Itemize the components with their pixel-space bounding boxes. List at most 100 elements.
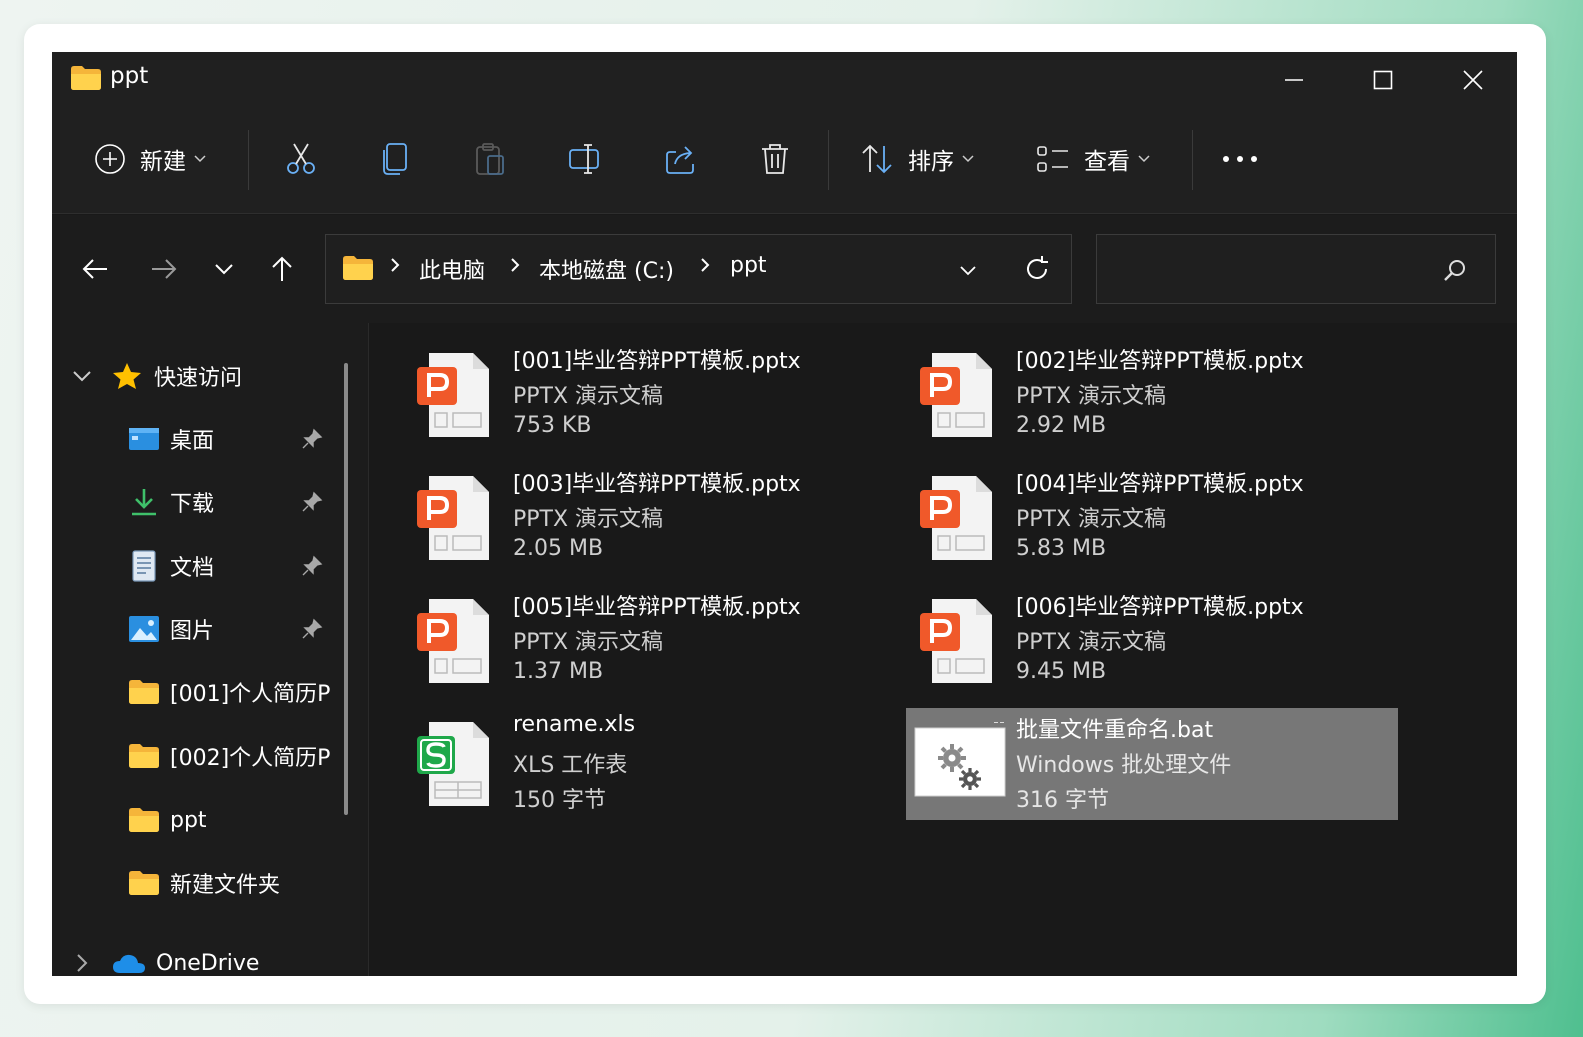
sidebar-item-label: [002]个人简历PPT: [170, 746, 332, 771]
sidebar-item-folder[interactable]: [001]个人简历PPT: [128, 670, 332, 714]
file-name: [002]毕业答辩PPT模板.pptx: [1016, 349, 1304, 374]
back-button[interactable]: [75, 249, 115, 289]
close-button[interactable]: [1443, 60, 1503, 100]
chevron-right-icon: [77, 954, 88, 972]
file-type: PPTX 演示文稿: [1016, 384, 1167, 409]
sidebar-quick-access[interactable]: 快速访问: [72, 354, 242, 398]
breadcrumb-this-pc[interactable]: 此电脑: [419, 253, 485, 285]
rename-icon: [569, 144, 599, 174]
file-tile[interactable]: [006]毕业答辩PPT模板.pptx PPTX 演示文稿 9.45 MB: [906, 585, 1398, 697]
onedrive-cloud-icon: [113, 954, 145, 973]
minimize-icon: [1285, 79, 1303, 81]
arrow-left-icon: [82, 259, 107, 279]
sidebar-item-pictures[interactable]: 图片: [128, 607, 214, 651]
plus-circle-icon: [95, 144, 125, 174]
sidebar-item-label: 桌面: [170, 429, 215, 454]
chevron-down-icon: [73, 371, 91, 382]
view-list-icon: [1037, 146, 1068, 172]
recent-locations-button[interactable]: [204, 249, 244, 289]
chevron-down-icon: [1138, 155, 1150, 163]
sidebar-item-label: 下载: [170, 492, 215, 517]
download-icon: [132, 489, 156, 516]
sidebar-item-folder[interactable]: [002]个人简历PPT: [128, 734, 332, 778]
folder-icon: [129, 744, 159, 768]
toolbar-divider: [248, 130, 249, 190]
minimize-button[interactable]: [1264, 60, 1324, 100]
clipboard-icon: [476, 143, 504, 175]
file-size: 753 KB: [513, 413, 592, 438]
sidebar-item-label: 图片: [170, 619, 215, 644]
folder-icon: [129, 871, 159, 895]
maximize-icon: [1373, 70, 1393, 90]
file-type: PPTX 演示文稿: [513, 630, 664, 655]
file-name: 批量文件重命名.bat: [1016, 718, 1214, 743]
new-button-label: 新建: [140, 149, 186, 175]
close-icon: [1463, 70, 1483, 90]
pptx-icon: [417, 353, 489, 437]
sort-button-label: 排序: [908, 149, 954, 175]
more-options-button[interactable]: [1222, 104, 1258, 214]
desktop-icon: [129, 428, 159, 450]
pictures-icon: [129, 616, 159, 642]
new-button[interactable]: 新建: [94, 104, 206, 214]
view-button[interactable]: 查看: [1036, 104, 1150, 214]
command-bar: 新建 排序 查看: [52, 104, 1517, 214]
paste-button[interactable]: [474, 104, 506, 214]
breadcrumb-ppt[interactable]: ppt: [730, 253, 767, 278]
sidebar-item-folder[interactable]: ppt: [128, 798, 207, 842]
share-button[interactable]: [664, 104, 698, 214]
file-tile[interactable]: [004]毕业答辩PPT模板.pptx PPTX 演示文稿 5.83 MB: [906, 462, 1398, 574]
sort-button[interactable]: 排序: [860, 104, 974, 214]
xls-icon: [417, 722, 489, 806]
file-type: PPTX 演示文稿: [1016, 507, 1167, 532]
cut-button[interactable]: [284, 104, 318, 214]
copy-button[interactable]: [380, 104, 410, 214]
refresh-icon: [1027, 256, 1048, 279]
sidebar-item-downloads[interactable]: 下载: [128, 480, 214, 524]
copy-icon: [383, 143, 407, 175]
address-history-button[interactable]: [959, 261, 977, 280]
pin-icon[interactable]: [301, 491, 323, 517]
maximize-button[interactable]: [1353, 60, 1413, 100]
chevron-down-icon: [962, 155, 974, 163]
sort-icon: [862, 144, 892, 174]
file-tile[interactable]: rename.xls XLS 工作表 150 字节: [403, 708, 895, 820]
file-tile-selected[interactable]: 批量文件重命名.bat Windows 批处理文件 316 字节: [906, 708, 1398, 820]
sidebar-item-desktop[interactable]: 桌面: [128, 417, 214, 461]
file-tile[interactable]: [003]毕业答辩PPT模板.pptx PPTX 演示文稿 2.05 MB: [403, 462, 895, 574]
sidebar-item-documents[interactable]: 文档: [128, 544, 214, 588]
toolbar-divider: [828, 130, 829, 190]
breadcrumb-local-disk[interactable]: 本地磁盘 (C:): [539, 253, 674, 285]
sidebar-scrollbar[interactable]: [344, 363, 348, 815]
file-size: 5.83 MB: [1016, 536, 1107, 561]
sidebar-item-folder[interactable]: 新建文件夹: [128, 861, 280, 905]
delete-button[interactable]: [760, 104, 790, 214]
arrow-up-icon: [272, 256, 292, 281]
star-icon: [113, 363, 141, 389]
rename-button[interactable]: [568, 104, 604, 214]
search-box[interactable]: [1096, 234, 1496, 304]
address-bar[interactable]: 此电脑 本地磁盘 (C:) ppt: [325, 234, 1072, 304]
folder-icon: [129, 680, 159, 704]
pptx-icon: [920, 476, 992, 560]
refresh-button[interactable]: [1023, 255, 1051, 287]
search-icon: [1443, 258, 1467, 286]
share-icon: [666, 146, 694, 174]
window-title: ppt: [110, 63, 149, 89]
chevron-right-icon: [701, 258, 710, 272]
chevron-right-icon: [511, 258, 520, 272]
pin-icon[interactable]: [301, 618, 323, 644]
pin-icon[interactable]: [301, 428, 323, 454]
sidebar-onedrive[interactable]: OneDrive: [76, 941, 259, 976]
sidebar-item-label: 文档: [170, 556, 215, 581]
file-size: 316 字节: [1016, 788, 1109, 813]
file-tile[interactable]: [002]毕业答辩PPT模板.pptx PPTX 演示文稿 2.92 MB: [906, 339, 1398, 451]
pin-icon[interactable]: [301, 555, 323, 581]
forward-button[interactable]: [144, 249, 184, 289]
file-name: [003]毕业答辩PPT模板.pptx: [513, 472, 801, 497]
file-tile[interactable]: [001]毕业答辩PPT模板.pptx PPTX 演示文稿 753 KB: [403, 339, 895, 451]
bat-icon: [914, 722, 1006, 797]
chevron-down-icon: [960, 266, 976, 276]
up-button[interactable]: [262, 249, 302, 289]
file-tile[interactable]: [005]毕业答辩PPT模板.pptx PPTX 演示文稿 1.37 MB: [403, 585, 895, 697]
